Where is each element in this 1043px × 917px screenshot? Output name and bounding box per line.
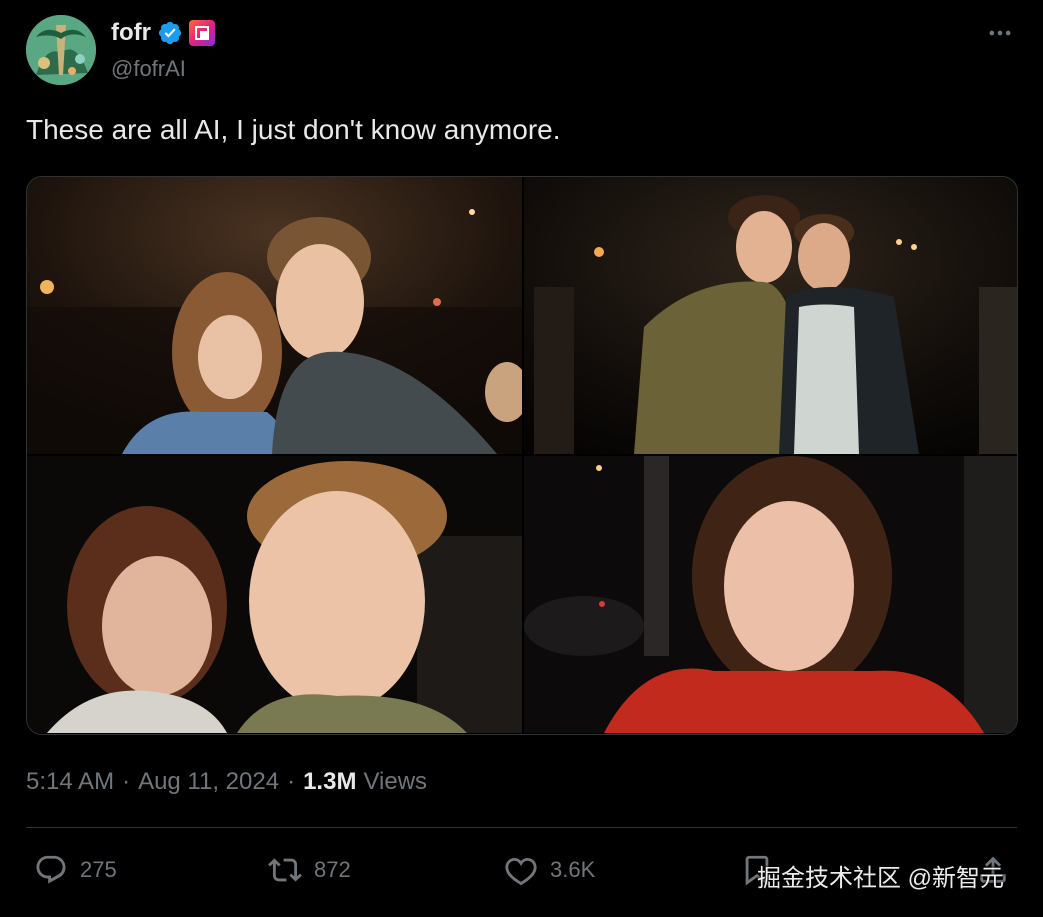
photo-selfie-curly-hair[interactable] (27, 456, 522, 733)
reply-count: 275 (80, 857, 117, 882)
heart-icon (505, 857, 537, 886)
tweet-date[interactable]: Aug 11, 2024 (138, 768, 279, 796)
photo-two-men-party[interactable] (524, 177, 1017, 454)
tweet-text: These are all AI, I just don't know anym… (26, 114, 561, 145)
repost-count: 872 (314, 857, 351, 882)
tweet-meta: 5:14 AM · Aug 11, 2024 · 1.3M Views (26, 768, 427, 796)
author-display-name[interactable]: fofr (111, 19, 151, 47)
meta-separator: · (287, 768, 296, 795)
tweet-time[interactable]: 5:14 AM (26, 768, 114, 796)
avatar[interactable] (26, 15, 96, 85)
like-count: 3.6K (550, 857, 596, 882)
watermark-text: 掘金技术社区 @新智元 (757, 865, 1005, 892)
affiliation-badge-icon[interactable] (188, 20, 215, 46)
views-count: 1.3M (303, 768, 357, 795)
author-handle[interactable]: @fofrAI (111, 56, 186, 82)
like-button[interactable]: 3.6K (504, 850, 595, 890)
views-label: Views (363, 768, 428, 795)
divider (26, 827, 1017, 828)
more-options-button[interactable] (985, 18, 1015, 48)
reply-icon (36, 855, 66, 884)
more-dots-icon (989, 30, 1011, 36)
verified-badge-icon (158, 21, 182, 45)
photo-woman-red-jacket[interactable] (524, 456, 1017, 733)
author-name-row: fofr (111, 18, 215, 48)
meta-separator: · (122, 768, 131, 795)
media-grid (26, 176, 1018, 735)
reply-button[interactable]: 275 (34, 850, 117, 890)
repost-button[interactable]: 872 (268, 850, 351, 890)
photo-couple-bar[interactable] (27, 177, 522, 454)
repost-icon (268, 858, 302, 882)
